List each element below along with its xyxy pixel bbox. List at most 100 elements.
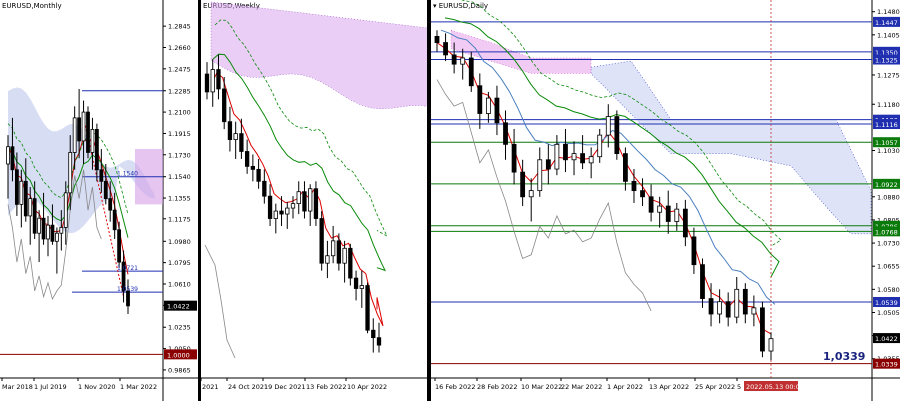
candle-body <box>545 159 551 170</box>
price-tick-label: 1.2100 <box>168 109 191 117</box>
candle-body <box>640 190 645 198</box>
price-tick-label: 1.1180 <box>877 101 900 109</box>
weekly-chart-panel[interactable]: EURUSD,Weekly202124 Oct 202119 Dec 20211… <box>201 0 427 401</box>
price-tick-label: 1.2475 <box>168 65 191 73</box>
price-tick-label: 1.2845 <box>168 23 191 31</box>
chart-title: ▾ EURUSD,Daily <box>433 2 488 10</box>
time-tick-label: Mar 2018 <box>2 383 33 391</box>
candle-body <box>90 128 95 153</box>
candle-body <box>279 210 284 215</box>
candle-body <box>222 88 227 123</box>
price-tick-label: 1.0655 <box>877 263 900 271</box>
candle-body <box>313 188 319 219</box>
candle-body <box>325 255 330 264</box>
time-tick-label: 10 Mar 2022 <box>521 383 562 391</box>
level-tag-label: 1.1447 <box>875 19 898 27</box>
candle-body <box>520 171 526 198</box>
candle-body <box>290 203 296 209</box>
candle-body <box>537 159 543 192</box>
candle-body <box>23 180 28 217</box>
time-tick-label: 28 Feb 2022 <box>477 383 517 391</box>
candle-body <box>50 224 55 242</box>
candle-body <box>256 168 261 182</box>
chart-title: EURUSD,Monthly <box>2 2 62 10</box>
candle-body <box>359 285 364 289</box>
candle-body <box>580 153 585 164</box>
level-tag-label: 1.0000 <box>167 351 190 359</box>
time-tick-label: 1 Nov 2020 <box>78 383 116 391</box>
time-tick-label: 1 Mar 2022 <box>120 383 157 391</box>
candle-body <box>267 195 273 219</box>
candle-body <box>59 227 64 234</box>
candle-body <box>330 240 336 257</box>
candle-body <box>216 69 221 90</box>
level-tag-label: 1.1116 <box>875 121 898 129</box>
level-tag-label: 1.0539 <box>875 299 898 307</box>
candle-body <box>725 301 731 318</box>
time-tick-label: 10 Apr 2022 <box>347 383 387 391</box>
highlight-price-label: 1,0339 <box>823 350 865 363</box>
candle-body <box>376 337 382 346</box>
candle-body <box>648 196 654 213</box>
time-tick-label: 1 Jul 2019 <box>34 383 67 391</box>
time-tick-label: 25 Apr 2022 <box>695 383 735 391</box>
daily-chart-svg: ▾ EURUSD,Daily 1.1480 1.1405 1.1275 1.1180 1.… <box>431 0 900 401</box>
candle-body <box>103 180 108 200</box>
monthly-chart-panel[interactable]: EURUSD,Monthly 1.2845 1.2660 1.2475 1.2285 1.… <box>0 0 198 401</box>
candle-body <box>485 97 491 114</box>
candle-body <box>371 329 376 339</box>
candle-body <box>302 191 307 212</box>
ichimoku-cloud <box>590 60 872 235</box>
candle-body <box>308 188 313 212</box>
time-tick-label: 5 <box>737 383 741 391</box>
current-date-tag: 2022.05.13 00:00 <box>746 383 804 391</box>
level-label: 1.0539 <box>117 286 138 293</box>
price-tick-label: 1.1405 <box>877 31 900 39</box>
candle-body <box>204 73 210 93</box>
candle-body <box>708 298 714 315</box>
price-tick-label: 1.1275 <box>877 71 900 79</box>
level-tag-label: 1.0339 <box>875 361 898 369</box>
candle-body <box>210 69 215 93</box>
candle-body <box>588 156 594 164</box>
candle-body <box>503 122 508 145</box>
weekly-chart-svg: EURUSD,Weekly202124 Oct 202119 Dec 20211… <box>201 1 427 391</box>
candle-body <box>239 133 244 152</box>
candle-body <box>6 146 10 165</box>
price-tick-label: 1.0610 <box>168 280 191 288</box>
price-tick-label: 1.1480 <box>877 8 900 16</box>
daily-chart-panel[interactable]: ▾ EURUSD,Daily 1.1480 1.1405 1.1275 1.1180 1.… <box>431 0 900 401</box>
candle-body <box>443 42 448 56</box>
candle-body <box>28 198 33 217</box>
candle-body <box>717 301 723 315</box>
time-tick-label: 22 Mar 2022 <box>561 383 602 391</box>
candle-body <box>117 229 122 263</box>
candle-body <box>63 192 68 228</box>
price-tick-label: 1.0580 <box>877 286 900 294</box>
candle-body <box>10 146 15 171</box>
time-tick-label: 2021 <box>202 383 219 391</box>
candle-body <box>108 198 113 211</box>
candle-body <box>32 198 37 234</box>
price-tick-label: 1.2285 <box>168 87 191 95</box>
candle-body <box>682 208 688 238</box>
candle-body <box>571 153 577 161</box>
chikou-line <box>204 244 236 359</box>
candle-body <box>41 217 46 240</box>
price-tick-label: 1.0505 <box>877 309 900 317</box>
candle-body <box>250 165 256 170</box>
candle-body <box>434 35 440 43</box>
candle-body <box>460 57 466 65</box>
price-tick-label: 1.1030 <box>877 147 900 155</box>
candle-body <box>365 285 370 331</box>
candle-body <box>285 207 290 215</box>
candle-body <box>768 338 774 352</box>
time-tick-label: 16 Feb 2022 <box>435 383 475 391</box>
candle-body <box>751 307 757 315</box>
candle-body <box>674 208 680 222</box>
candle-body <box>81 111 86 142</box>
candle-body <box>227 121 233 140</box>
candle-body <box>353 277 359 289</box>
candle-body <box>319 218 324 264</box>
candle-body <box>112 209 117 231</box>
